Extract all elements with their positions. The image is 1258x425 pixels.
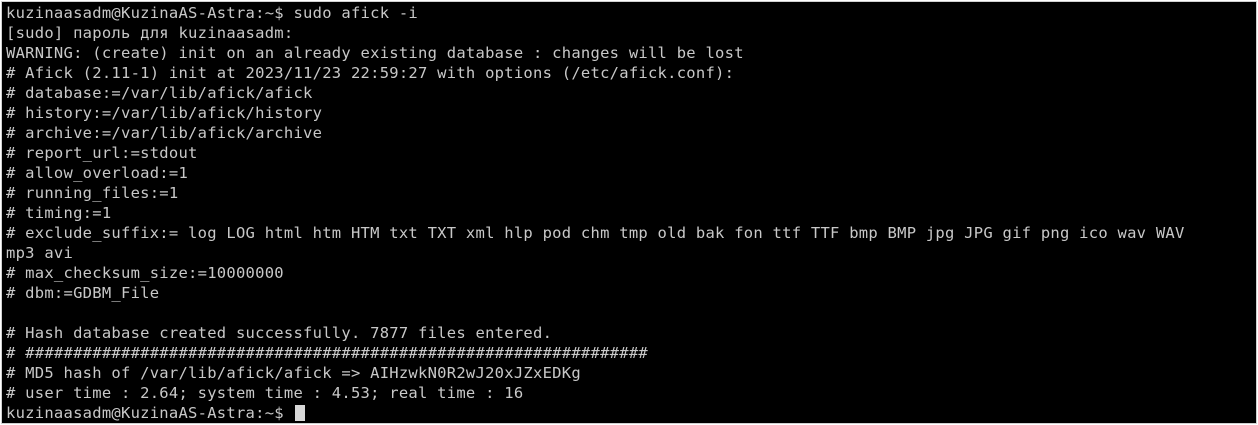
terminal-line-allow-overload: # allow_overload:=1 <box>6 164 189 182</box>
terminal-line-database: # database:=/var/lib/afick/afick <box>6 84 313 102</box>
terminal-line-timing: # timing:=1 <box>6 204 112 222</box>
shell-prompt: kuzinaasadm@KuzinaAS-Astra:~$ <box>6 404 294 422</box>
terminal-line-exclude-suffix: # exclude_suffix:= log LOG html htm HTM … <box>6 224 1185 242</box>
terminal-line-running-files: # running_files:=1 <box>6 184 179 202</box>
terminal-line-exclude-suffix-wrap: mp3 avi <box>6 244 74 262</box>
terminal-line-max-checksum: # max_checksum_size:=10000000 <box>6 264 284 282</box>
terminal-line-hash-created: # Hash database created successfully. 78… <box>6 324 553 342</box>
terminal-line-warning: WARNING: (create) init on an already exi… <box>6 44 744 62</box>
terminal-line-times: # user time : 2.64; system time : 4.53; … <box>6 384 524 402</box>
terminal-line-archive: # archive:=/var/lib/afick/archive <box>6 124 323 142</box>
terminal-output: kuzinaasadm@KuzinaAS-Astra:~$ sudo afick… <box>6 3 1256 423</box>
terminal-line-afick-header: # Afick (2.11-1) init at 2023/11/23 22:5… <box>6 64 735 82</box>
terminal-line-report-url: # report_url:=stdout <box>6 144 198 162</box>
terminal-line-history: # history:=/var/lib/afick/history <box>6 104 323 122</box>
text-cursor <box>295 405 306 421</box>
terminal-prompt-line[interactable]: kuzinaasadm@KuzinaAS-Astra:~$ <box>6 403 1256 423</box>
terminal-line-separator: # ######################################… <box>6 344 648 362</box>
terminal-line-md5-hash: # MD5 hash of /var/lib/afick/afick => AI… <box>6 364 581 382</box>
terminal-line-sudo-prompt: [sudo] пароль для kuzinaasadm: <box>6 24 294 42</box>
terminal-line-dbm: # dbm:=GDBM_File <box>6 284 160 302</box>
terminal-window[interactable]: kuzinaasadm@KuzinaAS-Astra:~$ sudo afick… <box>1 1 1257 424</box>
terminal-line-command: kuzinaasadm@KuzinaAS-Astra:~$ sudo afick… <box>6 4 419 22</box>
